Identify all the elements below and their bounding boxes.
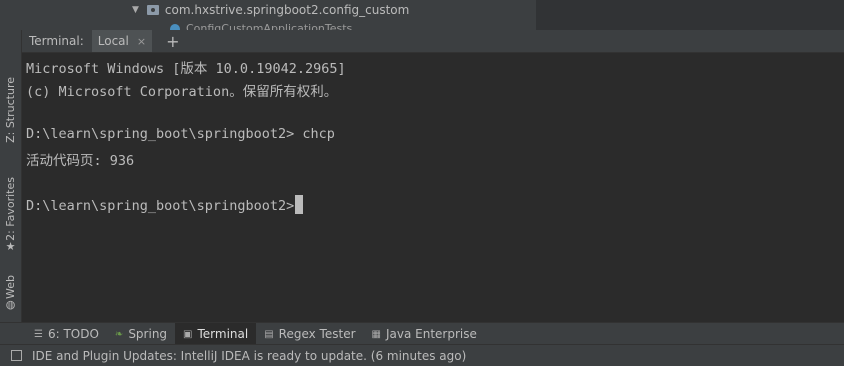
spring-leaf-icon: ❧ xyxy=(114,328,124,340)
terminal-line: Microsoft Windows [版本 10.0.19042.2965] xyxy=(26,61,346,77)
package-folder-icon xyxy=(146,5,159,15)
package-label: com.hxstrive.springboot2.config_custom xyxy=(164,3,410,17)
regex-icon: ▤ xyxy=(264,328,274,340)
structure-tab[interactable]: Z: Structure xyxy=(0,70,21,150)
structure-tab-label: Z: Structure xyxy=(4,77,17,143)
todo-label: 6: TODO xyxy=(47,327,99,341)
favorites-tab[interactable]: 2: Favorites ★ xyxy=(0,170,21,260)
spring-tool-button[interactable]: ❧ Spring xyxy=(107,323,175,345)
terminal-label: Terminal: xyxy=(29,34,84,48)
tool-window-bar: ☰ 6: TODO ❧ Spring ▣ Terminal ▤ Regex Te… xyxy=(0,322,844,345)
project-tree-area: ▼ com.hxstrive.springboot2.config_custom… xyxy=(0,0,844,30)
todo-tool-button[interactable]: ☰ 6: TODO xyxy=(26,323,107,345)
java-enterprise-tool-button[interactable]: ▦ Java Enterprise xyxy=(364,323,485,345)
toggle-tool-windows-icon[interactable] xyxy=(11,350,22,361)
terminal-prompt: D:\learn\spring_boot\springboot2> xyxy=(26,198,295,214)
java-enterprise-label: Java Enterprise xyxy=(385,327,477,341)
chevron-down-icon[interactable]: ▼ xyxy=(132,5,139,15)
regex-tester-tool-button[interactable]: ▤ Regex Tester xyxy=(256,323,363,345)
java-enterprise-icon: ▦ xyxy=(371,328,381,340)
tree-package-row[interactable]: ▼ com.hxstrive.springboot2.config_custom xyxy=(132,0,409,20)
terminal-tool-button[interactable]: ▣ Terminal xyxy=(175,323,257,345)
add-session-icon[interactable]: + xyxy=(166,32,179,51)
terminal-icon: ▣ xyxy=(183,328,193,340)
terminal-line: 活动代码页: 936 xyxy=(26,153,135,169)
tab-local[interactable]: Local × xyxy=(91,30,153,52)
favorites-tab-label: 2: Favorites xyxy=(4,176,17,241)
terminal-line: (c) Microsoft Corporation。保留所有权利。 xyxy=(26,84,338,100)
tree-class-row[interactable]: ConfigCustomApplicationTests xyxy=(170,22,352,30)
globe-icon: ◍ xyxy=(5,298,16,312)
editor-area-edge xyxy=(536,0,844,30)
web-tab[interactable]: Web ◍ xyxy=(0,268,21,318)
terminal-prompt-line: D:\learn\spring_boot\springboot2> xyxy=(26,195,304,214)
status-bar: IDE and Plugin Updates: IntelliJ IDEA is… xyxy=(0,344,844,366)
web-tab-label: Web xyxy=(4,274,17,299)
text-cursor xyxy=(295,195,304,214)
tab-local-label: Local xyxy=(97,34,129,48)
list-icon: ☰ xyxy=(34,328,43,340)
regex-tester-label: Regex Tester xyxy=(278,327,356,341)
status-message[interactable]: IDE and Plugin Updates: IntelliJ IDEA is… xyxy=(32,349,466,363)
terminal-line: D:\learn\spring_boot\springboot2> chcp xyxy=(26,126,335,142)
close-icon[interactable]: × xyxy=(137,35,146,48)
terminal-tool-label: Terminal xyxy=(197,327,249,341)
spring-label: Spring xyxy=(128,327,168,341)
terminal-tab-bar: Terminal: Local × + xyxy=(22,30,844,53)
star-icon: ★ xyxy=(5,240,16,254)
left-tool-stripe: Z: Structure 2: Favorites ★ Web ◍ xyxy=(0,30,22,322)
class-label: ConfigCustomApplicationTests xyxy=(186,22,353,30)
terminal-output[interactable]: Microsoft Windows [版本 10.0.19042.2965] (… xyxy=(22,53,844,322)
